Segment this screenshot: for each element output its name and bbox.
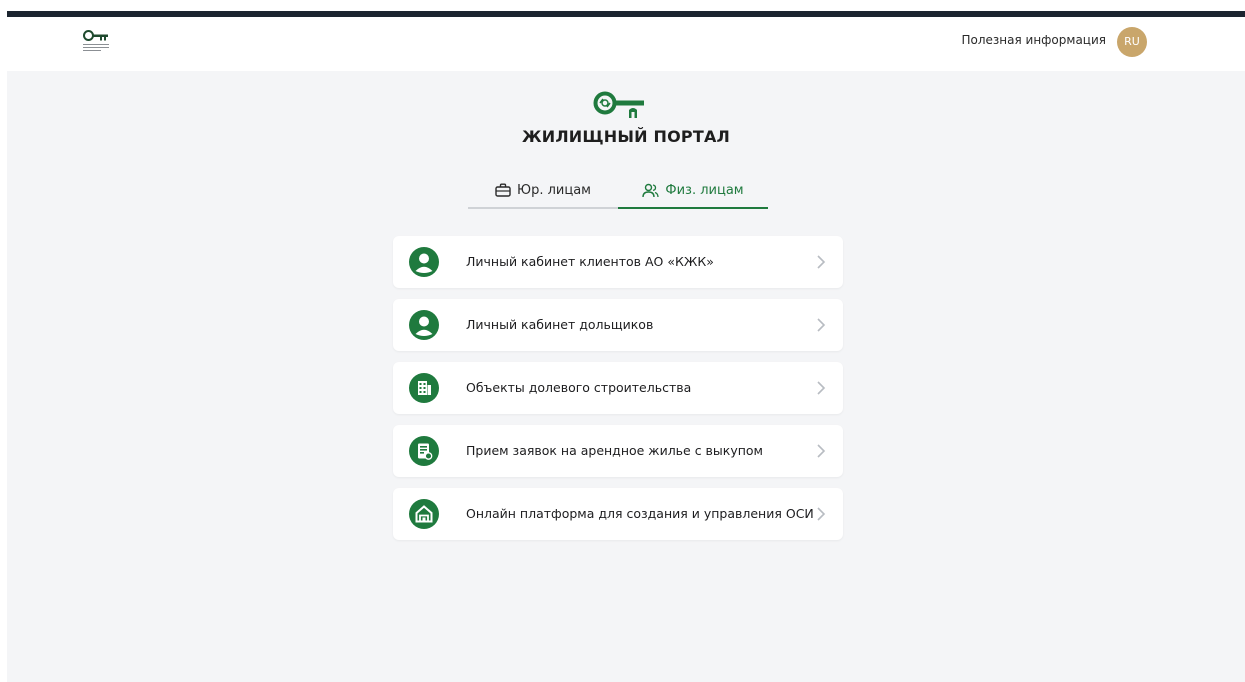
header: Полезная информация RU [7,17,1245,71]
tab-label: Физ. лицам [665,182,744,198]
language-switcher[interactable]: RU [1117,27,1147,57]
service-label: Прием заявок на арендное жилье с выкупом [466,443,763,458]
tab-legal-entities[interactable]: Юр. лицам [468,177,618,209]
users-icon [642,183,660,197]
chevron-right-icon [817,318,826,332]
chevron-right-icon [817,444,826,458]
header-logo[interactable] [83,29,109,55]
chevron-right-icon [817,507,826,521]
service-card-rental-applications[interactable]: Прием заявок на арендное жилье с выкупом [393,425,843,477]
portal-title: ЖИЛИЩНЫЙ ПОРТАЛ [521,127,731,146]
chevron-right-icon [817,381,826,395]
application-document-icon [409,436,439,466]
useful-info-link[interactable]: Полезная информация [962,33,1107,47]
service-label: Онлайн платформа для создания и управлен… [466,506,814,521]
logo-caption-lines [83,44,109,53]
building-icon [409,373,439,403]
service-label: Объекты долевого строительства [466,380,692,395]
page: Полезная информация RU ЖИЛИЩНЫЙ ПОРТАЛ Ю… [0,0,1245,682]
chevron-right-icon [817,255,826,269]
tab-label: Юр. лицам [517,182,591,198]
main-content: ЖИЛИЩНЫЙ ПОРТАЛ Юр. лицам Физ. лицам Лич… [7,71,1245,682]
key-logo-icon [593,91,644,118]
service-card-osi-platform[interactable]: Онлайн платформа для создания и управлен… [393,488,843,540]
service-label: Личный кабинет клиентов АО «КЖК» [466,254,714,269]
service-card-shareholders[interactable]: Личный кабинет дольщиков [393,299,843,351]
service-card-kzhk-clients[interactable]: Личный кабинет клиентов АО «КЖК» [393,236,843,288]
briefcase-icon [495,183,511,197]
key-logo-icon [83,30,108,41]
services-list: Личный кабинет клиентов АО «КЖК» Личный … [393,236,843,551]
house-icon [409,499,439,529]
service-card-shared-construction[interactable]: Объекты долевого строительства [393,362,843,414]
user-circle-icon [409,310,439,340]
tab-individuals[interactable]: Физ. лицам [618,177,768,209]
user-circle-icon [409,247,439,277]
audience-tabs: Юр. лицам Физ. лицам [468,177,768,209]
service-label: Личный кабинет дольщиков [466,317,654,332]
